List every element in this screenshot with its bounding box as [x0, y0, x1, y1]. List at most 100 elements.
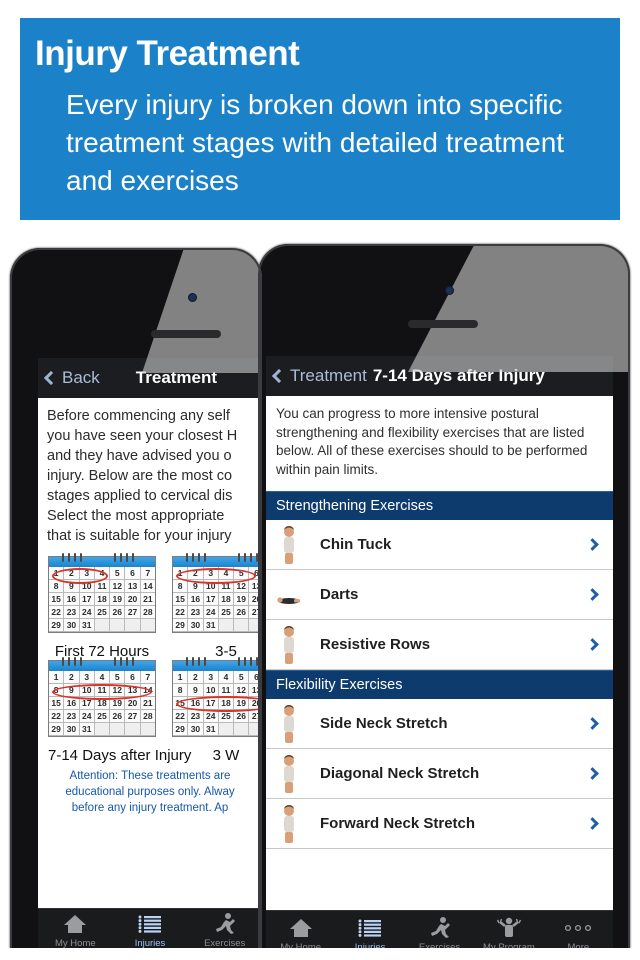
calendar-day: 13: [125, 684, 141, 697]
calendar-day: 7: [140, 671, 155, 684]
calendar-day: 17: [79, 593, 95, 606]
intro-line: stages applied to cervical dis: [47, 488, 233, 504]
calendar-day: 28: [140, 710, 155, 723]
left-back-label: Back: [62, 368, 100, 387]
exercise-label: Forward Neck Stretch: [320, 815, 476, 832]
calendar-day: .: [94, 723, 111, 736]
left-phone-speaker-icon: [151, 330, 221, 338]
right-tab-my-program[interactable]: My Program: [474, 910, 543, 953]
calendar-day: 26: [110, 606, 126, 619]
calendar-day: 8: [173, 580, 189, 593]
screenshot-root: Injury Treatment Every injury is broken …: [0, 0, 640, 960]
treatment-description: You can progress to more intensive postu…: [276, 406, 588, 477]
prone-lying-photo: [276, 575, 302, 615]
calendar-day: 18: [218, 593, 235, 606]
right-tab-injuries[interactable]: Injuries: [335, 910, 404, 953]
exercise-list-item[interactable]: Diagonal Neck Stretch: [266, 749, 613, 799]
calendar-day: 10: [79, 684, 95, 697]
calendar-day: 1: [173, 671, 189, 684]
exercise-list-item[interactable]: Chin Tuck: [266, 520, 613, 570]
calendar-day: 27: [249, 710, 262, 723]
calendar-day: 4: [94, 567, 111, 580]
calendar-icon: 1234567891011121314151617181920212223242…: [172, 553, 262, 640]
exercise-section-header: Flexibility Exercises: [266, 670, 613, 699]
runner-icon: [405, 915, 474, 941]
calendar-day: 6: [249, 567, 262, 580]
chevron-right-icon: [586, 817, 599, 830]
calendar-day: 15: [49, 697, 65, 710]
calendar-day: 15: [49, 593, 65, 606]
calendar-day: 16: [188, 697, 204, 710]
calendar-day: .: [249, 619, 262, 632]
calendar-day: 7: [140, 567, 155, 580]
calendar-day: 28: [140, 606, 155, 619]
calendar-day: 30: [188, 619, 204, 632]
home-icon: [38, 911, 113, 937]
ellipsis-icon: [544, 915, 613, 941]
calendar-day: 6: [125, 671, 141, 684]
calendar-day: 19: [110, 593, 126, 606]
right-tab-exercises[interactable]: Exercises: [405, 910, 474, 953]
left-phone-camera-icon: [188, 293, 197, 302]
calendar-day: 26: [234, 606, 250, 619]
right-tab-more[interactable]: More: [544, 910, 613, 953]
calendar-day: 5: [110, 671, 126, 684]
chevron-right-icon: [586, 767, 599, 780]
left-page-title: Treatment: [135, 368, 218, 387]
calendar-day: 17: [79, 697, 95, 710]
calendar-day: 23: [188, 606, 204, 619]
left-tab-exercises[interactable]: Exercises: [187, 906, 262, 949]
calendar-day: 4: [218, 671, 235, 684]
calendar-day: .: [234, 723, 250, 736]
left-tab-injuries[interactable]: Injuries: [113, 906, 188, 949]
calendar-day: 8: [173, 684, 189, 697]
treatment-stage-item[interactable]: 1234567891011121314151617181920212223242…: [172, 657, 262, 764]
calendar-day: 9: [64, 684, 80, 697]
treatment-stage-grid: 1 2 3 4 5 6 7 8 9 10 11 12 13 14 15 16 17 18 19 20 21 22 23 24 2…: [38, 550, 262, 764]
calendar-day: .: [249, 723, 262, 736]
treatment-stage-item[interactable]: 1234567891011121314151617181920212223242…: [48, 657, 192, 764]
exercise-list-item[interactable]: Forward Neck Stretch: [266, 799, 613, 849]
calendar-day: 1: [49, 567, 65, 580]
standing-rows-photo: [276, 625, 302, 665]
calendar-day: 20: [125, 593, 141, 606]
exercise-section-header: Strengthening Exercises: [266, 491, 613, 520]
exercise-list-item[interactable]: Darts: [266, 570, 613, 620]
calendar-day: 27: [125, 710, 141, 723]
exercise-list-item[interactable]: Side Neck Stretch: [266, 699, 613, 749]
treatment-stage-caption: 7-14 Days after Injury: [48, 747, 192, 764]
calendar-day: 1: [49, 671, 65, 684]
calendar-day: .: [140, 723, 155, 736]
promo-banner: Injury Treatment Every injury is broken …: [20, 18, 620, 220]
left-tab-my-home[interactable]: My Home: [38, 906, 113, 949]
calendar-day: 20: [125, 697, 141, 710]
calendar-day: 10: [203, 580, 219, 593]
calendar-day: 19: [234, 697, 250, 710]
calendar-day: 5: [234, 567, 250, 580]
calendar-day: 26: [234, 710, 250, 723]
calendar-day: 31: [203, 619, 219, 632]
calendar-day: 31: [79, 619, 95, 632]
attention-line: educational purposes only. Alway: [65, 786, 235, 798]
calendar-day: .: [94, 619, 111, 632]
treatment-stage-item[interactable]: 1234567891011121314151617181920212223242…: [48, 553, 156, 660]
chevron-right-icon: [586, 638, 599, 651]
calendar-day: .: [140, 619, 155, 632]
right-back-button[interactable]: Treatment: [266, 366, 367, 386]
right-tab-my-home[interactable]: My Home: [266, 910, 335, 953]
right-navbar: Treatment 7-14 Days after Injury: [266, 356, 613, 396]
intro-line: Before commencing any self: [47, 408, 230, 424]
left-back-button[interactable]: Back: [38, 368, 100, 388]
treatment-stage-item[interactable]: 1234567891011121314151617181920212223242…: [172, 553, 262, 660]
calendar-icon: 1234567891011121314151617181920212223242…: [48, 657, 156, 744]
calendar-day: 19: [234, 593, 250, 606]
calendar-day: .: [110, 619, 126, 632]
calendar-day: 24: [79, 606, 95, 619]
calendar-day: 9: [188, 580, 204, 593]
calendar-day: 24: [79, 710, 95, 723]
banner-subtitle: Every injury is broken down into specifi…: [66, 89, 565, 196]
left-navbar: Back Treatment: [38, 358, 262, 398]
right-phone-speaker-icon: [408, 320, 478, 328]
exercise-list-item[interactable]: Resistive Rows: [266, 620, 613, 670]
left-intro-text: Before commencing any self you have seen …: [38, 398, 262, 550]
